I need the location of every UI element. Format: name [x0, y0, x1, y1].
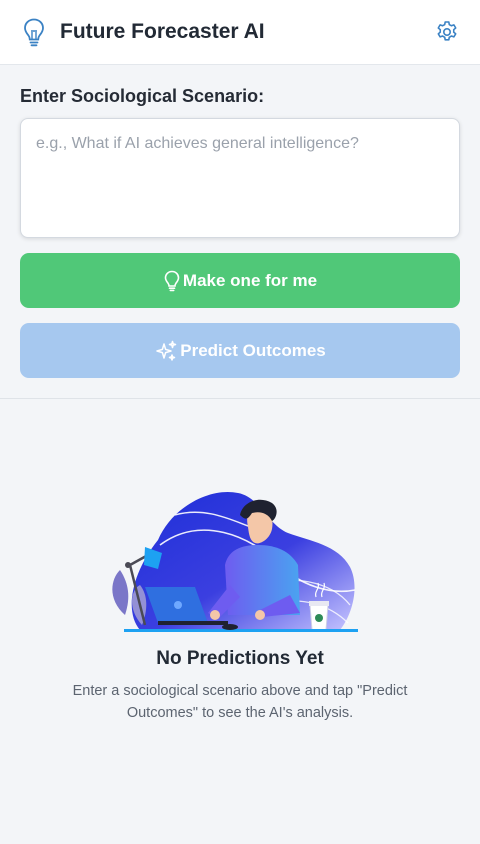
scenario-label: Enter Sociological Scenario: [20, 86, 265, 106]
section-divider [0, 398, 480, 399]
empty-state-illustration [100, 485, 370, 640]
make-one-label: Make one for me [182, 270, 318, 290]
empty-state-description: Enter a sociological scenario above and … [72, 683, 408, 721]
predict-outcomes-label: Predict Outcomes [180, 340, 326, 360]
sparkles-icon [154, 339, 178, 363]
predict-outcomes-button[interactable]: Predict Outcomes [20, 323, 460, 378]
app-header: Future Forecaster AI [0, 0, 480, 65]
app-title: Future Forecaster AI [60, 20, 265, 43]
scenario-form: Enter Sociological Scenario: [20, 84, 460, 243]
make-one-button[interactable]: Make one for me [20, 253, 460, 308]
lightbulb-icon [20, 17, 48, 47]
gear-icon[interactable] [434, 19, 460, 45]
scenario-input[interactable] [20, 118, 460, 238]
empty-state-title: No Predictions Yet [156, 648, 324, 669]
lightbulb-icon [163, 270, 181, 292]
